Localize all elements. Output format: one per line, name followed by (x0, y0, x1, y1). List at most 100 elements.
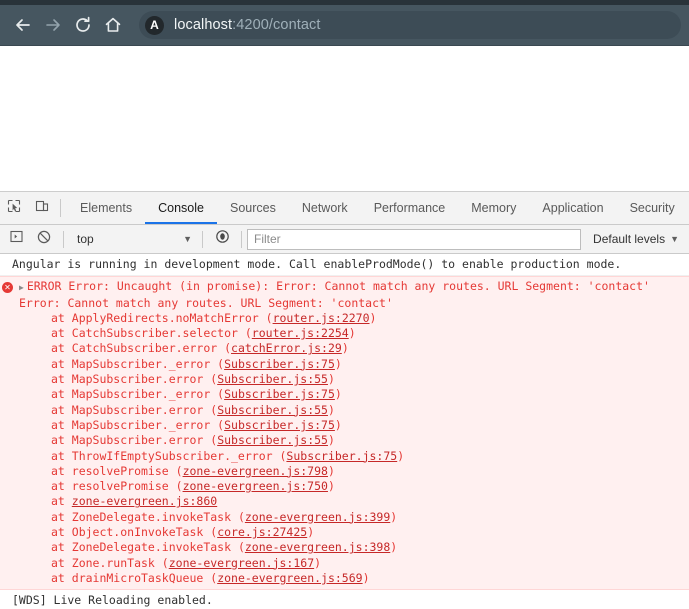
stack-frame-fn: at MapSubscriber.error (51, 372, 204, 387)
console-message-text: [WDS] Live Reloading enabled. (12, 593, 213, 608)
stack-frame-source-link[interactable]: core.js:27425 (217, 525, 307, 539)
stack-frame-source-link[interactable]: zone-evergreen.js:798 (183, 464, 328, 478)
stack-frame-fn: at MapSubscriber._error (51, 387, 211, 402)
tab-performance[interactable]: Performance (361, 192, 459, 224)
stack-frame-fn: at resolvePromise (51, 479, 169, 494)
tab-elements[interactable]: Elements (67, 192, 145, 224)
execution-context-value: top (77, 232, 94, 246)
tab-memory[interactable]: Memory (458, 192, 529, 224)
toggle-device-toolbar-button[interactable] (28, 192, 56, 224)
stack-frame[interactable]: at MapSubscriber.error (Subscriber.js:55… (0, 433, 689, 448)
stack-frame[interactable]: at zone-evergreen.js:860 (0, 494, 689, 509)
log-levels-selector[interactable]: Default levels ▼ (581, 232, 689, 246)
stack-frame-fn: at drainMicroTaskQueue (51, 570, 204, 585)
stack-frame[interactable]: at MapSubscriber._error (Subscriber.js:7… (0, 387, 689, 402)
stack-frame[interactable]: at MapSubscriber.error (Subscriber.js:55… (0, 372, 689, 387)
tab-label: Security (629, 201, 675, 215)
tab-application[interactable]: Application (529, 192, 616, 224)
console-filter-input[interactable] (247, 228, 582, 250)
clear-console-button[interactable] (30, 230, 58, 249)
console-sidebar-toggle-button[interactable] (2, 230, 30, 248)
stack-frame-source-link[interactable]: zone-evergreen.js:750 (183, 479, 328, 493)
stack-frame[interactable]: at CatchSubscriber.selector (router.js:2… (0, 326, 689, 341)
stack-frame[interactable]: at Zone.runTask (zone-evergreen.js:167) (0, 556, 689, 571)
console-toolbar: top ▼ Default levels ▼ (0, 225, 689, 254)
home-icon (103, 15, 123, 35)
stack-frame-source-link[interactable]: Subscriber.js:55 (217, 372, 328, 386)
error-headline-text: ERROR Error: Uncaught (in promise): Erro… (26, 279, 650, 294)
stack-frame[interactable]: at drainMicroTaskQueue (zone-evergreen.j… (0, 571, 689, 586)
tab-console[interactable]: Console (145, 192, 217, 224)
reload-button[interactable] (68, 10, 98, 40)
console-message-error[interactable]: ✕ ▶ ERROR Error: Uncaught (in promise): E… (0, 276, 689, 591)
expand-triangle-icon[interactable]: ▶ (19, 283, 24, 292)
tab-label: Memory (471, 201, 517, 215)
tab-label: Elements (80, 201, 133, 215)
stack-frame-fn: at MapSubscriber.error (51, 433, 204, 448)
stack-frame-source-link[interactable]: router.js:2254 (252, 326, 349, 340)
stack-frame-fn: at CatchSubscriber.selector (51, 326, 238, 341)
stack-frame-source-link[interactable]: zone-evergreen.js:569 (217, 571, 362, 585)
browser-toolbar: A localhost:4200/contact (0, 5, 689, 46)
page-viewport[interactable] (0, 46, 689, 191)
console-message-info[interactable]: [WDS] Live Reloading enabled. (0, 590, 689, 609)
stack-frame-source-link[interactable]: zone-evergreen.js:398 (245, 540, 390, 554)
chevron-down-icon: ▼ (183, 234, 192, 244)
stack-frame[interactable]: at MapSubscriber._error (Subscriber.js:7… (0, 418, 689, 433)
stack-frame[interactable]: at ZoneDelegate.invokeTask (zone-evergre… (0, 540, 689, 555)
stack-frame-fn: at (51, 494, 65, 509)
tabbar-divider (60, 199, 61, 217)
tab-sources[interactable]: Sources (217, 192, 289, 224)
stack-frame-source-link[interactable]: Subscriber.js:75 (224, 387, 335, 401)
address-bar-text: localhost:4200/contact (174, 17, 321, 33)
stack-frame[interactable]: at resolvePromise (zone-evergreen.js:750… (0, 479, 689, 494)
stack-frame[interactable]: at ThrowIfEmptySubscriber._error (Subscr… (0, 449, 689, 464)
toolbar-divider (202, 230, 203, 248)
stack-frame-fn: at ZoneDelegate.invokeTask (51, 509, 232, 524)
stack-frame-source-link[interactable]: catchError.js:29 (231, 341, 342, 355)
tab-security[interactable]: Security (617, 192, 688, 224)
console-message-list[interactable]: Angular is running in development mode. … (0, 254, 689, 609)
stack-frame[interactable]: at Object.onInvokeTask (core.js:27425) (0, 525, 689, 540)
stack-frame-source-link[interactable]: Subscriber.js:55 (217, 403, 328, 417)
console-message-text: Angular is running in development mode. … (12, 257, 622, 271)
stack-frame[interactable]: at MapSubscriber._error (Subscriber.js:7… (0, 357, 689, 372)
home-button[interactable] (98, 10, 128, 40)
stack-frame-source-link[interactable]: Subscriber.js:55 (217, 433, 328, 447)
stack-frame-source-link[interactable]: Subscriber.js:75 (224, 357, 335, 371)
sidebar-toggle-icon (9, 230, 23, 248)
forward-button[interactable] (38, 10, 68, 40)
stack-frame[interactable]: at ApplyRedirects.noMatchError (router.j… (0, 311, 689, 326)
devtools-panel: Elements Console Sources Network Perform… (0, 191, 689, 609)
stack-frame[interactable]: at resolvePromise (zone-evergreen.js:798… (0, 464, 689, 479)
live-expression-button[interactable] (208, 229, 236, 249)
address-bar[interactable]: A localhost:4200/contact (139, 11, 681, 39)
stack-frame-source-link[interactable]: Subscriber.js:75 (286, 449, 397, 463)
stack-frame-fn: at ApplyRedirects.noMatchError (51, 310, 259, 325)
console-message-info[interactable]: Angular is running in development mode. … (0, 254, 689, 277)
device-toolbar-icon (35, 199, 49, 218)
stack-frame-source-link[interactable]: zone-evergreen.js:860 (72, 494, 217, 508)
tab-label: Network (301, 201, 348, 215)
eye-icon (215, 229, 230, 249)
stack-frame[interactable]: at ZoneDelegate.invokeTask (zone-evergre… (0, 510, 689, 525)
back-arrow-icon (13, 15, 33, 35)
chevron-down-icon: ▼ (670, 234, 679, 244)
stack-frame-fn: at MapSubscriber._error (51, 356, 211, 371)
stack-frame[interactable]: at CatchSubscriber.error (catchError.js:… (0, 341, 689, 356)
stack-frame-fn: at CatchSubscriber.error (51, 341, 218, 356)
stack-frame-fn: at MapSubscriber._error (51, 417, 211, 432)
stack-frame-source-link[interactable]: Subscriber.js:75 (224, 418, 335, 432)
log-levels-value: Default levels (593, 232, 666, 246)
inspect-element-button[interactable] (0, 192, 28, 224)
angular-favicon-icon: A (145, 15, 164, 35)
tab-network[interactable]: Network (289, 192, 361, 224)
stack-frame[interactable]: at MapSubscriber.error (Subscriber.js:55… (0, 403, 689, 418)
tab-label: Application (542, 201, 604, 215)
stack-frame-source-link[interactable]: zone-evergreen.js:399 (245, 510, 390, 524)
execution-context-selector[interactable]: top ▼ (69, 229, 197, 250)
stack-frame-source-link[interactable]: router.js:2270 (273, 311, 370, 325)
stack-frame-source-link[interactable]: zone-evergreen.js:167 (169, 556, 314, 570)
back-button[interactable] (8, 10, 38, 40)
stack-frame-fn: at MapSubscriber.error (51, 402, 204, 417)
